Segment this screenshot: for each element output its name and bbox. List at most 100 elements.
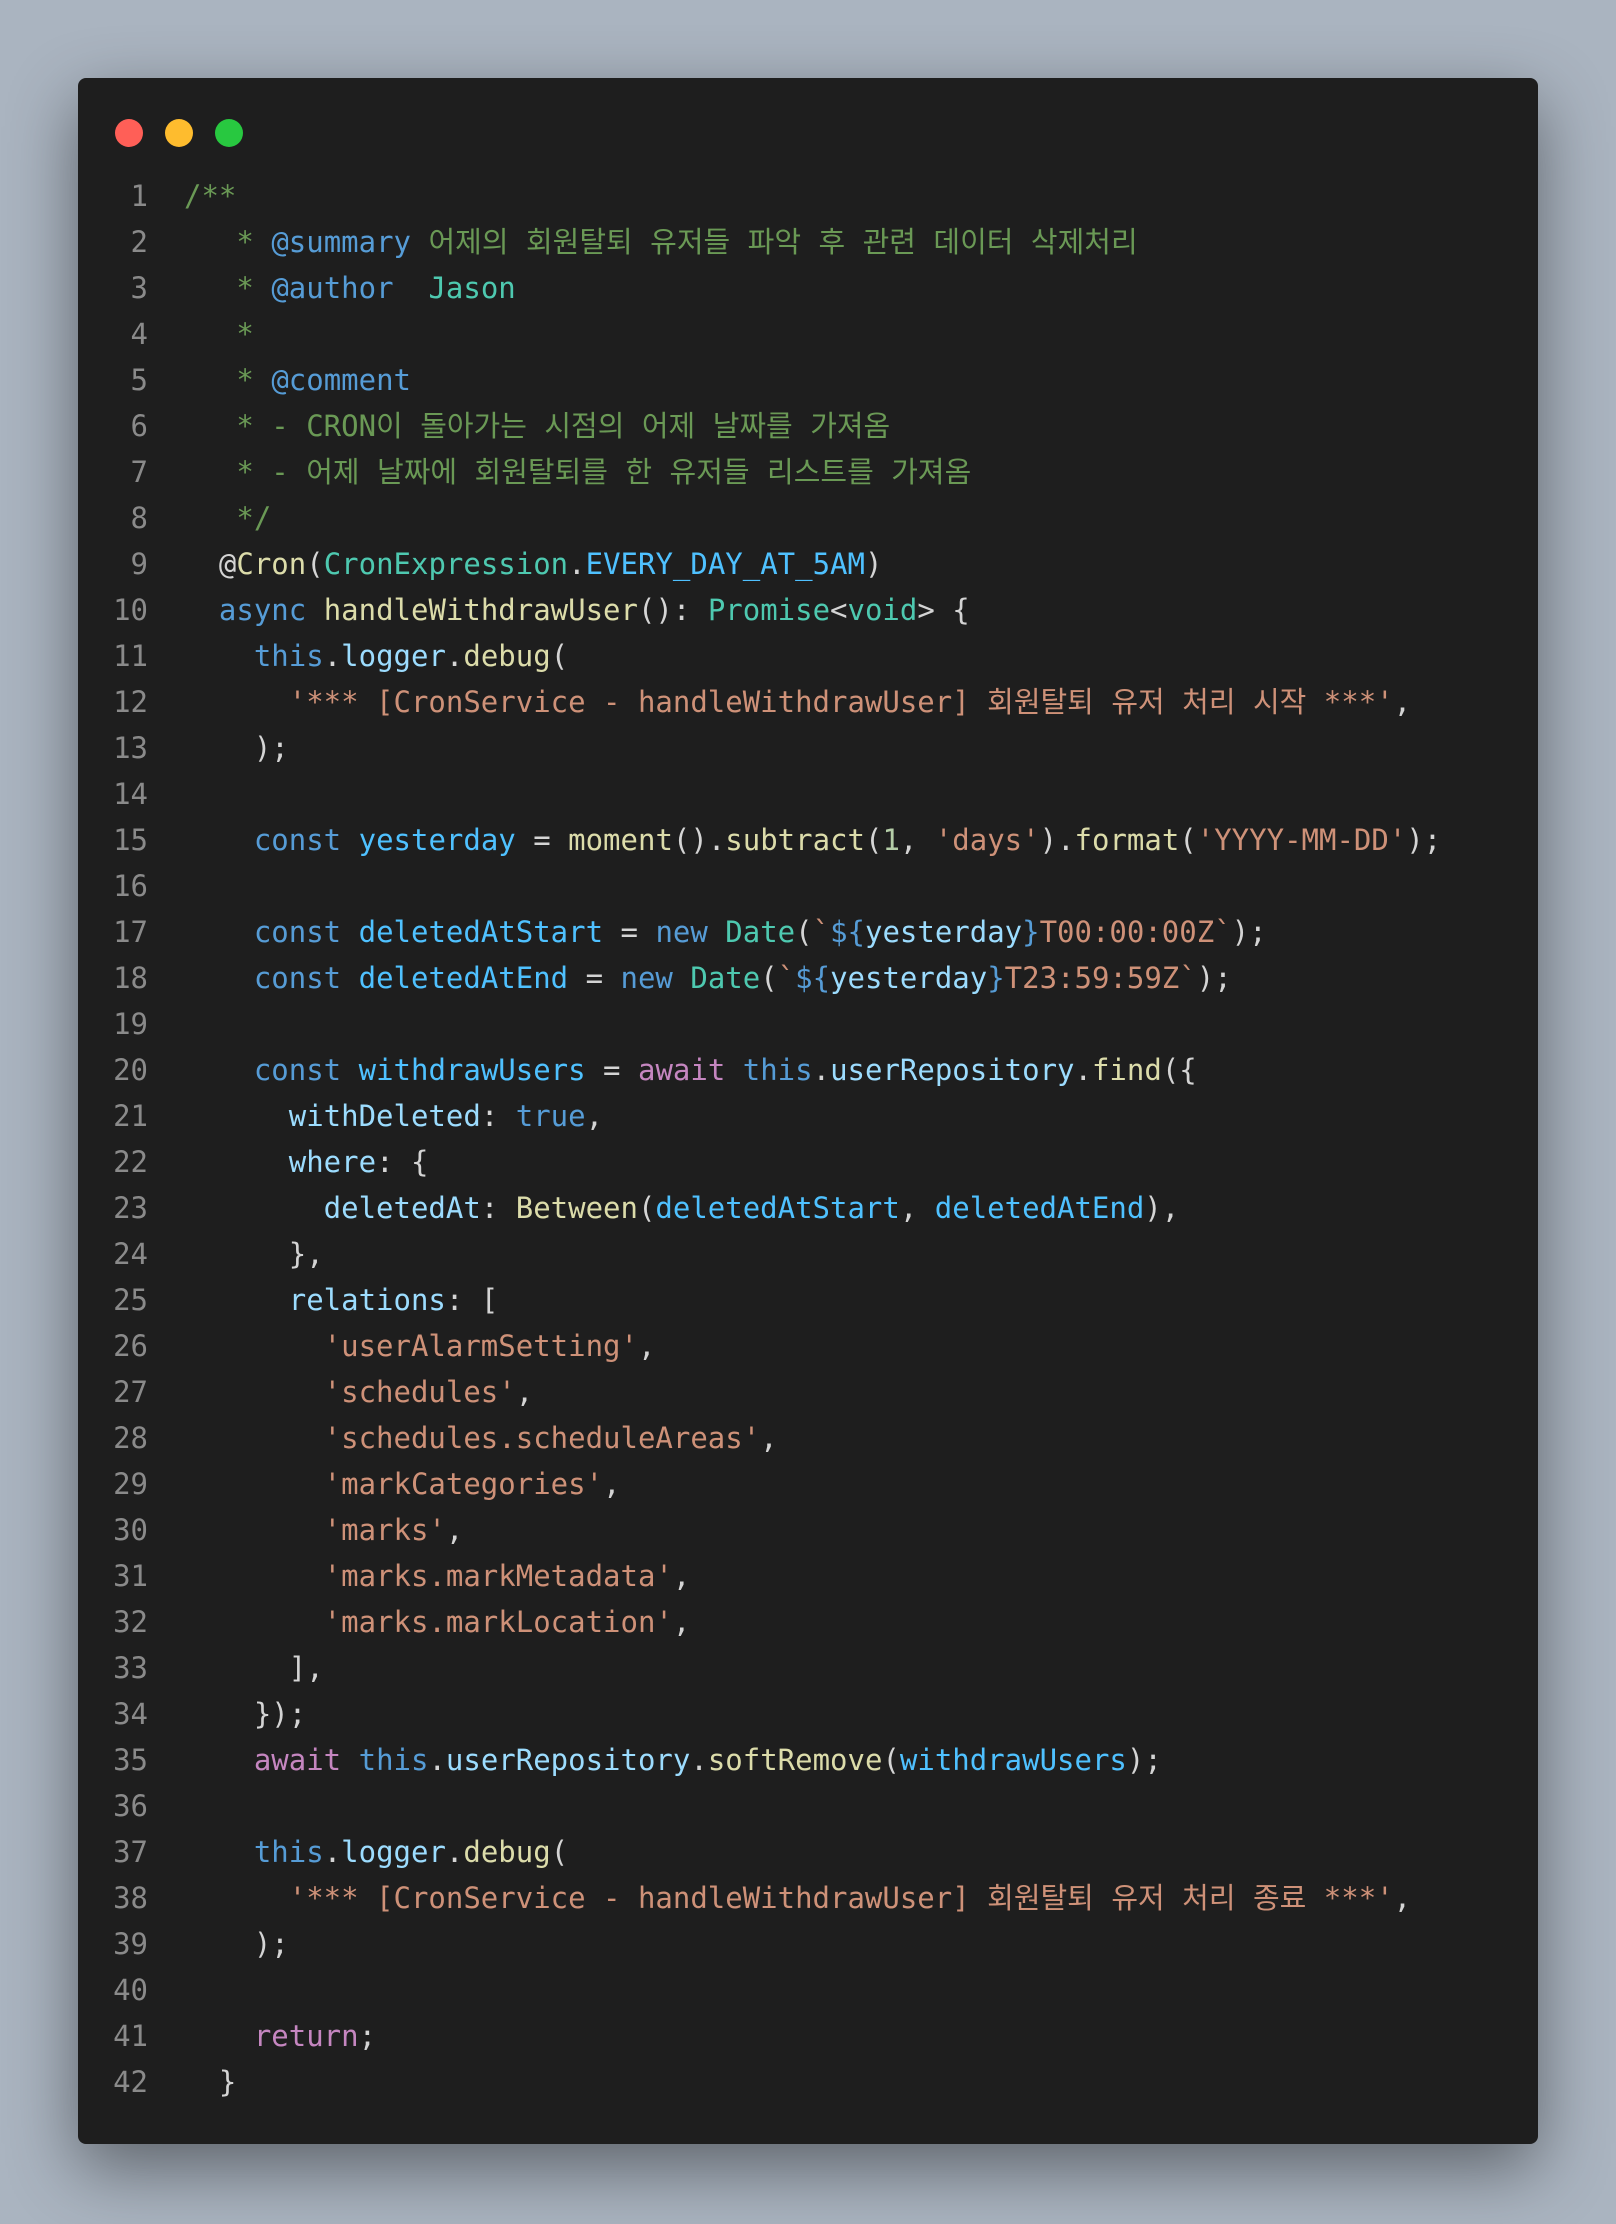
code-token: userRepository bbox=[830, 1053, 1075, 1087]
code-text: 'markCategories', bbox=[184, 1461, 621, 1507]
line-number: 15 bbox=[113, 823, 148, 857]
line-number: 5 bbox=[130, 363, 148, 397]
code-text: await this.userRepository.softRemove(wit… bbox=[184, 1737, 1162, 1783]
line-number: 8 bbox=[130, 501, 148, 535]
code-token: ( bbox=[306, 547, 324, 581]
code-token: this bbox=[184, 1835, 324, 1869]
code-token: deletedAt bbox=[184, 1191, 481, 1225]
code-token: T00:00:00Z` bbox=[1039, 915, 1232, 949]
code-token: . bbox=[812, 1053, 831, 1087]
line-number: 32 bbox=[113, 1605, 148, 1639]
code-token: } bbox=[1022, 915, 1040, 949]
code-token: ${ bbox=[830, 915, 865, 949]
code-line: 36 bbox=[78, 1783, 1538, 1829]
code-token: new bbox=[620, 961, 691, 995]
code-token: '*** [CronService - handleWithdrawUser] … bbox=[184, 1881, 1394, 1915]
code-text: * @summary 어제의 회원탈퇴 유저들 파악 후 관련 데이터 삭제처리 bbox=[184, 219, 1138, 265]
code-token: ); bbox=[1196, 961, 1232, 995]
code-token: userRepository bbox=[445, 1743, 691, 1777]
zoom-button[interactable] bbox=[215, 119, 243, 147]
line-number: 27 bbox=[113, 1375, 148, 1409]
code-token: Date bbox=[690, 961, 761, 995]
code-text: deletedAt: Between(deletedAtStart, delet… bbox=[184, 1185, 1180, 1231]
line-number: 2 bbox=[130, 225, 148, 259]
code-token: return bbox=[184, 2019, 359, 2053]
line-number: 19 bbox=[113, 1007, 148, 1041]
code-token: debug bbox=[463, 1835, 551, 1869]
code-token: @author bbox=[271, 271, 394, 305]
code-token: , bbox=[899, 823, 935, 857]
line-number: 33 bbox=[113, 1651, 148, 1685]
code-token: new bbox=[655, 915, 726, 949]
code-token: , bbox=[445, 1513, 464, 1547]
code-token: ( bbox=[795, 915, 813, 949]
code-token: where bbox=[184, 1145, 377, 1179]
code-text: const deletedAtEnd = new Date(`${yesterd… bbox=[184, 955, 1232, 1001]
code-token: ( bbox=[882, 1743, 900, 1777]
code-token: ( bbox=[1179, 823, 1197, 857]
code-token: ( bbox=[550, 1835, 569, 1869]
code-token: = bbox=[603, 915, 656, 949]
code-token: logger bbox=[341, 639, 446, 673]
code-token: withdrawUsers bbox=[899, 1743, 1127, 1777]
code-line: 3 * @author Jason bbox=[78, 265, 1538, 311]
code-token: . bbox=[428, 1743, 446, 1777]
line-number: 3 bbox=[130, 271, 148, 305]
code-token: = bbox=[585, 1053, 638, 1087]
code-token: debug bbox=[463, 639, 551, 673]
line-number: 17 bbox=[113, 915, 148, 949]
code-token: relations bbox=[184, 1283, 446, 1317]
code-token: }, bbox=[184, 1237, 324, 1271]
line-number: 4 bbox=[130, 317, 148, 351]
minimize-button[interactable] bbox=[165, 119, 193, 147]
code-line: 14 bbox=[78, 771, 1538, 817]
code-token: < bbox=[830, 593, 848, 627]
code-line: 27 'schedules', bbox=[78, 1369, 1538, 1415]
code-text: }); bbox=[184, 1691, 306, 1737]
code-token: deletedAtEnd bbox=[934, 1191, 1145, 1225]
code-text: relations: [ bbox=[184, 1277, 499, 1323]
window-controls bbox=[115, 119, 243, 147]
code-token: : bbox=[480, 1191, 516, 1225]
code-line: 8 */ bbox=[78, 495, 1538, 541]
code-token: await bbox=[184, 1743, 359, 1777]
close-button[interactable] bbox=[115, 119, 143, 147]
code-token: async bbox=[184, 593, 324, 627]
code-token: ], bbox=[184, 1651, 324, 1685]
code-line: 42 } bbox=[78, 2059, 1538, 2105]
code-token: withDeleted bbox=[184, 1099, 481, 1133]
code-token: this bbox=[742, 1053, 813, 1087]
code-token: 'userAlarmSetting' bbox=[184, 1329, 638, 1363]
code-text: 'marks.markMetadata', bbox=[184, 1553, 691, 1599]
code-line: 16 bbox=[78, 863, 1538, 909]
line-number: 12 bbox=[113, 685, 148, 719]
code-text: 'userAlarmSetting', bbox=[184, 1323, 656, 1369]
code-token: const bbox=[184, 915, 359, 949]
code-line: 1 /** bbox=[78, 173, 1538, 219]
code-token: . bbox=[323, 639, 342, 673]
code-token: * bbox=[184, 363, 272, 397]
code-text: return; bbox=[184, 2013, 376, 2059]
code-text: this.logger.debug( bbox=[184, 1829, 568, 1875]
code-token: yesterday bbox=[864, 915, 1023, 949]
code-token: 어제의 회원탈퇴 유저들 파악 후 관련 데이터 삭제처리 bbox=[411, 225, 1138, 259]
code-line: 6 * - CRON이 돌아가는 시점의 어제 날짜를 가져옴 bbox=[78, 403, 1538, 449]
code-line: 10 async handleWithdrawUser(): Promise<v… bbox=[78, 587, 1538, 633]
code-line: 24 }, bbox=[78, 1231, 1538, 1277]
line-number: 41 bbox=[113, 2019, 148, 2053]
code-token: deletedAtStart bbox=[655, 1191, 900, 1225]
code-token: , bbox=[1393, 685, 1412, 719]
code-token: const bbox=[184, 823, 359, 857]
code-line: 40 bbox=[78, 1967, 1538, 2013]
code-line: 9 @Cron(CronExpression.EVERY_DAY_AT_5AM) bbox=[78, 541, 1538, 587]
code-token: 'marks' bbox=[184, 1513, 446, 1547]
line-number: 35 bbox=[113, 1743, 148, 1777]
code-token: . bbox=[323, 1835, 342, 1869]
code-token: ); bbox=[1231, 915, 1267, 949]
code-token: ); bbox=[184, 731, 289, 765]
code-token: , bbox=[1393, 1881, 1412, 1915]
code-token: . bbox=[445, 639, 464, 673]
code-token: ), bbox=[1144, 1191, 1180, 1225]
code-line: 38 '*** [CronService - handleWithdrawUse… bbox=[78, 1875, 1538, 1921]
line-number: 39 bbox=[113, 1927, 148, 1961]
